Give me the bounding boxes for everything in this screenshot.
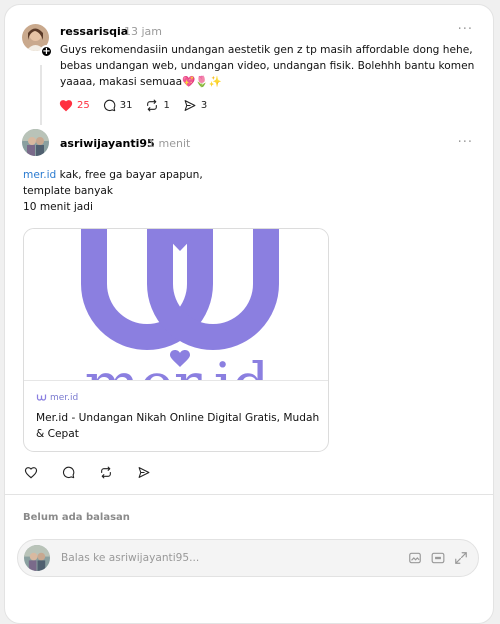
post-text: Guys rekomendasiin undangan aestetik gen… [60, 44, 475, 88]
reply-button[interactable] [62, 466, 79, 479]
post-actions [24, 466, 168, 479]
logo-wordmark: mer.id [85, 350, 270, 381]
link-mer-id[interactable]: mer.id [23, 169, 56, 181]
share-button[interactable]: 3 [183, 99, 207, 112]
link-title: Mer.id - Undangan Nikah Online Digital G… [36, 412, 320, 440]
username[interactable]: asriwijayanti95 [60, 137, 155, 150]
more-options-icon[interactable]: ··· [458, 135, 473, 150]
post-text-line: template banyak [23, 185, 114, 197]
reply-button[interactable]: 31 [103, 99, 133, 112]
send-icon [138, 467, 150, 478]
thread-card: + ressarisqia 13 jam ··· Guys rekomendas… [4, 4, 494, 624]
section-divider [5, 494, 493, 495]
link-domain: mer.id [36, 393, 78, 403]
expand-icon[interactable] [454, 551, 468, 565]
avatar [24, 545, 50, 571]
post-text-line: kak, free ga bayar apapun, [56, 169, 203, 181]
link-domain-text: mer.id [50, 393, 79, 403]
follow-plus-icon[interactable]: + [40, 45, 53, 58]
reply-tools [399, 551, 468, 565]
comment-icon [62, 466, 75, 479]
post-time: 13 jam [124, 25, 163, 38]
send-icon [184, 100, 196, 111]
thread-connector-line [40, 65, 42, 125]
repost-icon [101, 466, 111, 479]
repost-button[interactable] [99, 466, 117, 479]
post-actions: 25 31 1 3 [59, 99, 220, 112]
repost-icon [147, 99, 158, 112]
image-icon[interactable] [408, 551, 422, 565]
repost-button[interactable]: 1 [145, 99, 170, 112]
share-button[interactable] [137, 466, 155, 479]
more-options-icon[interactable]: ··· [458, 22, 473, 37]
username[interactable]: ressarisqia [60, 25, 128, 38]
gif-icon[interactable] [431, 551, 445, 565]
reply-input[interactable]: Balas ke asriwijayanti95... [17, 539, 479, 577]
comment-icon [103, 99, 115, 112]
heart-icon [24, 467, 38, 479]
link-preview-card[interactable]: mer.id mer.id Mer.id - Undangan Nikah On… [23, 228, 329, 452]
reply-count: 31 [119, 100, 133, 111]
post-text: mer.id kak, free ga bayar apapun, templa… [23, 167, 443, 215]
avatar[interactable] [22, 129, 49, 156]
no-replies-label: Belum ada balasan [23, 512, 130, 523]
mer-id-logo-image: mer.id [81, 229, 279, 381]
mer-id-favicon-icon [36, 394, 47, 401]
repost-count: 1 [163, 100, 170, 111]
like-count: 25 [77, 100, 90, 111]
like-button[interactable] [24, 466, 42, 479]
heart-filled-icon [59, 100, 73, 112]
post-text-line: 10 menit jadi [23, 201, 93, 213]
reply-placeholder: Balas ke asriwijayanti95... [61, 552, 200, 564]
post-time: 1 menit [148, 137, 191, 150]
share-count: 3 [200, 100, 208, 111]
like-button[interactable]: 25 [59, 99, 90, 112]
link-preview-image: mer.id [24, 229, 328, 381]
